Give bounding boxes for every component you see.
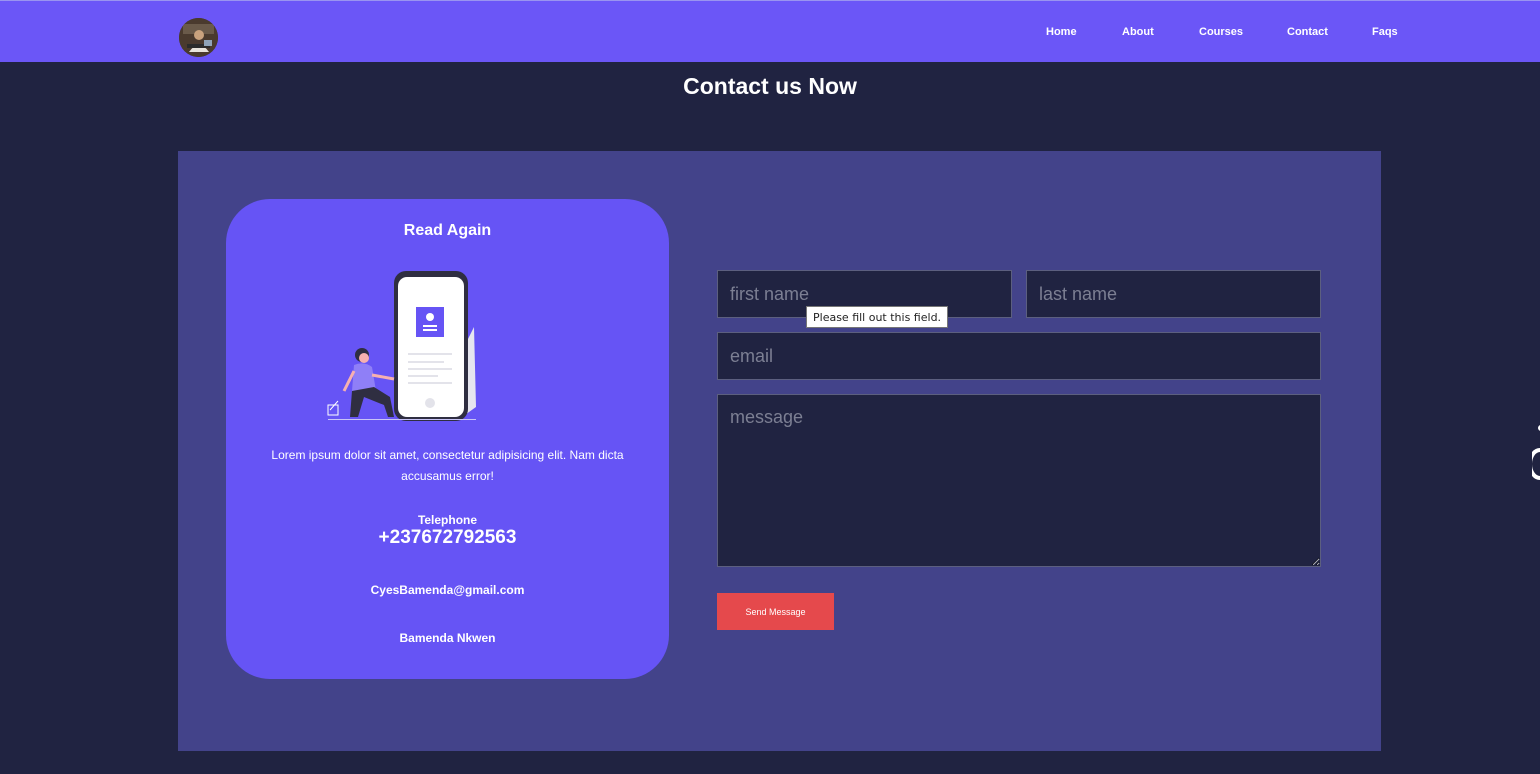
- navbar: Home About Courses Contact Faqs: [0, 1, 1540, 62]
- contact-address: Bamenda Nkwen: [399, 631, 496, 645]
- contact-panel: Read Again Lorem ipsum dolor sit amet, c…: [178, 151, 1381, 751]
- nav-about-link[interactable]: About: [1122, 26, 1154, 38]
- send-message-button[interactable]: Send Message: [717, 593, 834, 630]
- message-textarea[interactable]: [717, 394, 1321, 567]
- nav-contact-link[interactable]: Contact: [1287, 26, 1328, 38]
- last-name-input[interactable]: [1026, 270, 1321, 318]
- contact-email: CyesBamenda@gmail.com: [370, 583, 525, 597]
- nav-courses-link[interactable]: Courses: [1199, 26, 1243, 38]
- nav-faqs-link[interactable]: Faqs: [1372, 26, 1398, 38]
- validation-tooltip: Please fill out this field.: [806, 306, 949, 328]
- card-title: Read Again: [403, 222, 492, 239]
- page-title: Contact us Now: [683, 73, 857, 99]
- phone-person-illustration-icon: [327, 271, 476, 421]
- telephone-number: +237672792563: [378, 527, 517, 548]
- card-description: Lorem ipsum dolor sit amet, consectetur …: [271, 448, 624, 483]
- nav-home-link[interactable]: Home: [1046, 26, 1077, 38]
- main-nav: Home About Courses Contact Faqs: [0, 1, 1540, 62]
- edge-partial-icon: [1532, 425, 1540, 480]
- info-card: Read Again Lorem ipsum dolor sit amet, c…: [226, 199, 669, 679]
- email-input[interactable]: [717, 332, 1321, 380]
- telephone-label: Telephone: [417, 513, 478, 527]
